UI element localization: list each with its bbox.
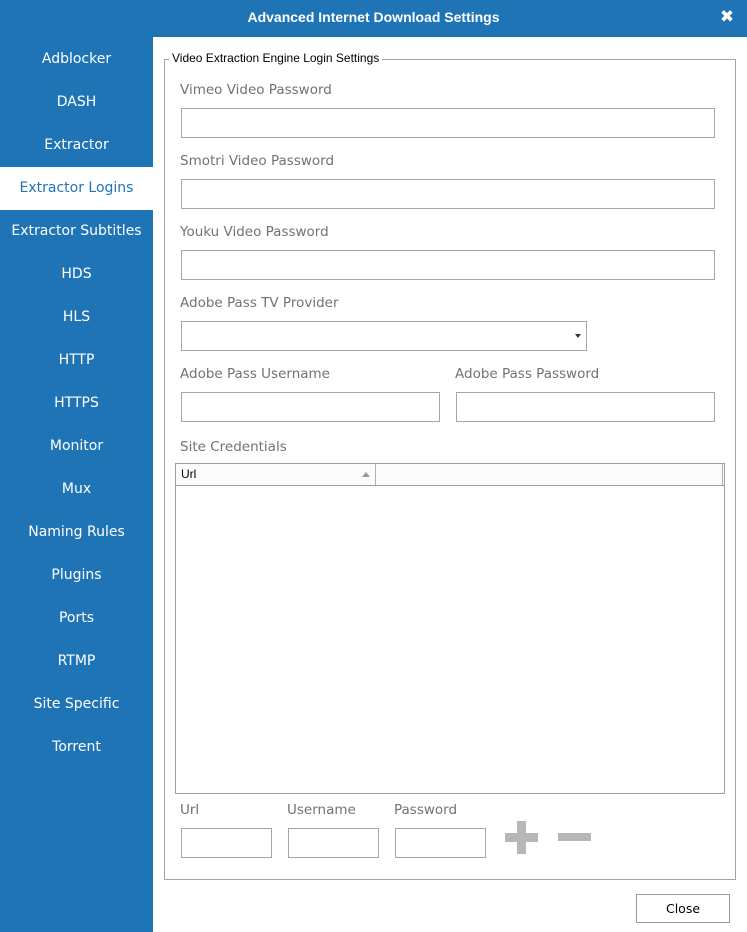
sidebar-item-extractor-subtitles[interactable]: Extractor Subtitles — [0, 210, 153, 253]
sidebar-item-site-specific[interactable]: Site Specific — [0, 683, 153, 726]
credential-username-label: Username — [287, 802, 356, 818]
vimeo-password-input[interactable] — [181, 108, 715, 138]
sidebar-item-rtmp[interactable]: RTMP — [0, 640, 153, 683]
sidebar-item-hds[interactable]: HDS — [0, 253, 153, 296]
adobe-password-input[interactable] — [456, 392, 715, 422]
sidebar-item-plugins[interactable]: Plugins — [0, 554, 153, 597]
group-title: Video Extraction Engine Login Settings — [169, 51, 383, 65]
sort-ascending-icon — [362, 472, 370, 477]
credential-password-input[interactable] — [395, 828, 486, 858]
youku-password-label: Youku Video Password — [180, 224, 329, 240]
grid-body[interactable] — [176, 486, 724, 793]
close-icon[interactable]: ✖ — [718, 6, 736, 28]
sidebar-item-mux[interactable]: Mux — [0, 468, 153, 511]
sidebar-item-https[interactable]: HTTPS — [0, 382, 153, 425]
column-header-url[interactable]: Url — [176, 464, 376, 485]
youku-password-input[interactable] — [181, 250, 715, 280]
sidebar-item-dash[interactable]: DASH — [0, 81, 153, 124]
tv-provider-label: Adobe Pass TV Provider — [180, 295, 339, 311]
credential-url-label: Url — [180, 802, 200, 818]
sidebar-item-adblocker[interactable]: Adblocker — [0, 38, 153, 81]
title-bar: Advanced Internet Download Settings ✖ — [0, 0, 747, 37]
adobe-password-label: Adobe Pass Password — [455, 366, 600, 382]
grid-header: Url — [176, 464, 724, 486]
site-credentials-grid[interactable]: Url — [175, 463, 725, 794]
adobe-username-input[interactable] — [181, 392, 440, 422]
tv-provider-dropdown[interactable] — [181, 321, 587, 351]
plus-icon-bar — [517, 821, 526, 854]
sidebar-item-extractor[interactable]: Extractor — [0, 124, 153, 167]
minus-icon[interactable] — [558, 833, 591, 841]
credential-password-label: Password — [394, 802, 458, 818]
sidebar-item-ports[interactable]: Ports — [0, 597, 153, 640]
chevron-down-icon — [575, 334, 581, 338]
sidebar-item-extractor-logins[interactable]: Extractor Logins — [0, 167, 153, 210]
sidebar-item-naming-rules[interactable]: Naming Rules — [0, 511, 153, 554]
sidebar-item-torrent[interactable]: Torrent — [0, 726, 153, 769]
site-credentials-label: Site Credentials — [180, 439, 287, 455]
smotri-password-input[interactable] — [181, 179, 715, 209]
sidebar-item-http[interactable]: HTTP — [0, 339, 153, 382]
sidebar: Adblocker DASH Extractor Extractor Login… — [0, 37, 153, 932]
credential-username-input[interactable] — [288, 828, 379, 858]
column-header-empty[interactable] — [377, 464, 723, 485]
column-header-url-label: Url — [181, 467, 197, 481]
plus-icon[interactable] — [505, 821, 538, 854]
adobe-username-label: Adobe Pass Username — [180, 366, 330, 382]
credential-url-input[interactable] — [181, 828, 272, 858]
vimeo-password-label: Vimeo Video Password — [180, 82, 332, 98]
sidebar-item-monitor[interactable]: Monitor — [0, 425, 153, 468]
minus-icon-bar — [558, 833, 591, 841]
window-title: Advanced Internet Download Settings — [247, 9, 500, 25]
close-button[interactable]: Close — [636, 894, 730, 923]
smotri-password-label: Smotri Video Password — [180, 153, 335, 169]
sidebar-item-hls[interactable]: HLS — [0, 296, 153, 339]
